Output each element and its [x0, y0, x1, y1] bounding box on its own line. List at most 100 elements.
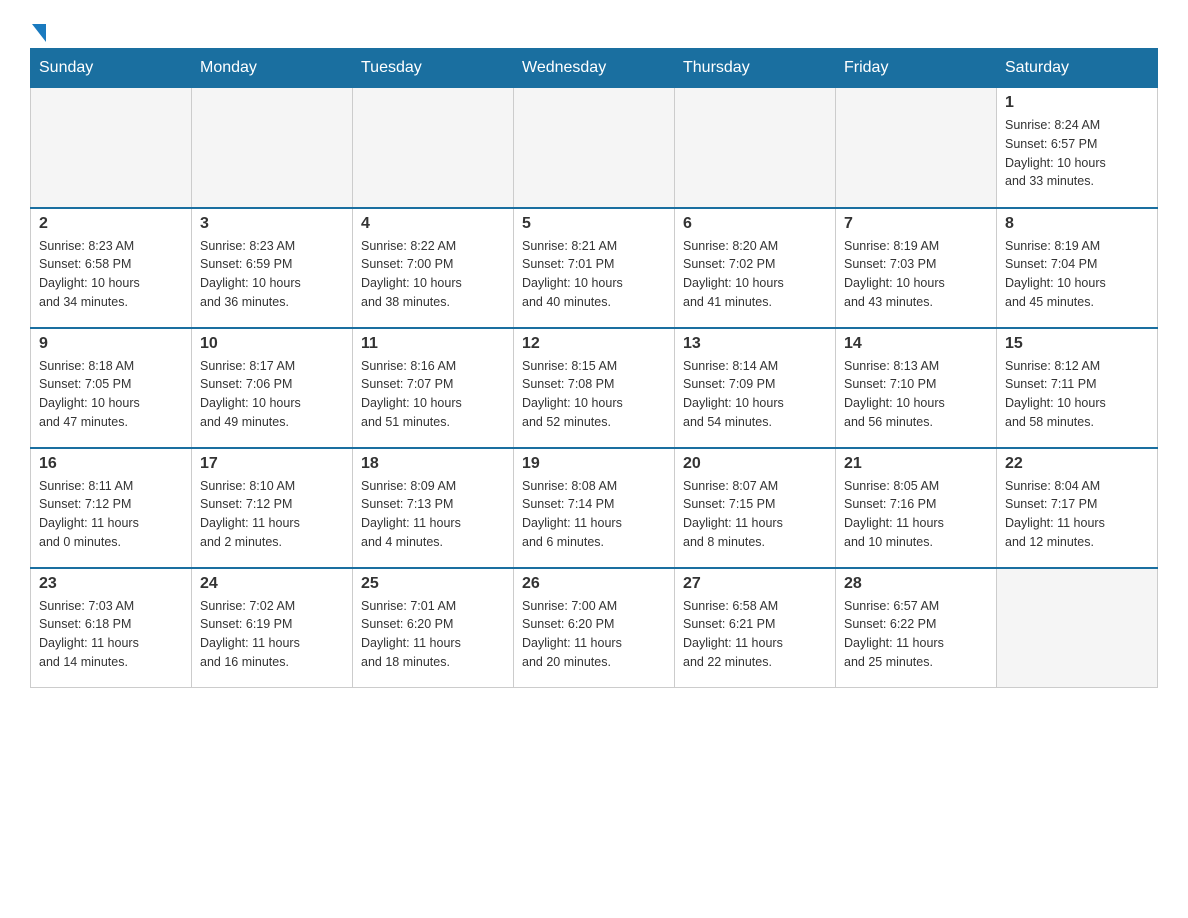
- calendar-table: SundayMondayTuesdayWednesdayThursdayFrid…: [30, 48, 1158, 688]
- day-number: 5: [522, 215, 666, 233]
- day-info: Sunrise: 8:04 AMSunset: 7:17 PMDaylight:…: [1005, 477, 1149, 552]
- day-info: Sunrise: 8:11 AMSunset: 7:12 PMDaylight:…: [39, 477, 183, 552]
- calendar-cell: 25 Sunrise: 7:01 AMSunset: 6:20 PMDayligh…: [353, 568, 514, 688]
- day-info: Sunrise: 8:17 AMSunset: 7:06 PMDaylight:…: [200, 357, 344, 432]
- day-number: 26: [522, 575, 666, 593]
- day-info: Sunrise: 8:15 AMSunset: 7:08 PMDaylight:…: [522, 357, 666, 432]
- day-info: Sunrise: 8:21 AMSunset: 7:01 PMDaylight:…: [522, 237, 666, 312]
- calendar-cell: [353, 88, 514, 208]
- day-header-monday: Monday: [192, 49, 353, 88]
- page-header: [30, 20, 1158, 38]
- day-info: Sunrise: 8:23 AMSunset: 6:58 PMDaylight:…: [39, 237, 183, 312]
- day-info: Sunrise: 7:02 AMSunset: 6:19 PMDaylight:…: [200, 597, 344, 672]
- calendar-cell: 18 Sunrise: 8:09 AMSunset: 7:13 PMDayligh…: [353, 448, 514, 568]
- day-number: 13: [683, 335, 827, 353]
- day-number: 3: [200, 215, 344, 233]
- day-info: Sunrise: 6:57 AMSunset: 6:22 PMDaylight:…: [844, 597, 988, 672]
- day-number: 2: [39, 215, 183, 233]
- logo: [30, 20, 46, 38]
- calendar-cell: 7Sunrise: 8:19 AMSunset: 7:03 PMDaylight…: [836, 208, 997, 328]
- calendar-cell: [31, 88, 192, 208]
- day-info: Sunrise: 8:23 AMSunset: 6:59 PMDaylight:…: [200, 237, 344, 312]
- day-number: 21: [844, 455, 988, 473]
- day-number: 24: [200, 575, 344, 593]
- calendar-week-row: 23 Sunrise: 7:03 AMSunset: 6:18 PMDayligh…: [31, 568, 1158, 688]
- calendar-cell: [836, 88, 997, 208]
- calendar-cell: 15 Sunrise: 8:12 AMSunset: 7:11 PMDayligh…: [997, 328, 1158, 448]
- calendar-cell: 24 Sunrise: 7:02 AMSunset: 6:19 PMDayligh…: [192, 568, 353, 688]
- day-number: 25: [361, 575, 505, 593]
- day-number: 12: [522, 335, 666, 353]
- day-info: Sunrise: 8:14 AMSunset: 7:09 PMDaylight:…: [683, 357, 827, 432]
- day-info: Sunrise: 8:19 AMSunset: 7:03 PMDaylight:…: [844, 237, 988, 312]
- calendar-cell: 26Sunrise: 7:00 AMSunset: 6:20 PMDayligh…: [514, 568, 675, 688]
- day-info: Sunrise: 8:13 AMSunset: 7:10 PMDaylight:…: [844, 357, 988, 432]
- day-number: 9: [39, 335, 183, 353]
- calendar-cell: 11 Sunrise: 8:16 AMSunset: 7:07 PMDayligh…: [353, 328, 514, 448]
- calendar-cell: 17Sunrise: 8:10 AMSunset: 7:12 PMDayligh…: [192, 448, 353, 568]
- calendar-cell: 14 Sunrise: 8:13 AMSunset: 7:10 PMDayligh…: [836, 328, 997, 448]
- day-info: Sunrise: 8:12 AMSunset: 7:11 PMDaylight:…: [1005, 357, 1149, 432]
- calendar-cell: 21 Sunrise: 8:05 AMSunset: 7:16 PMDayligh…: [836, 448, 997, 568]
- day-number: 19: [522, 455, 666, 473]
- day-number: 6: [683, 215, 827, 233]
- day-number: 1: [1005, 94, 1149, 112]
- day-number: 11: [361, 335, 505, 353]
- day-number: 14: [844, 335, 988, 353]
- day-info: Sunrise: 8:10 AMSunset: 7:12 PMDaylight:…: [200, 477, 344, 552]
- calendar-cell: 6 Sunrise: 8:20 AMSunset: 7:02 PMDaylight…: [675, 208, 836, 328]
- calendar-cell: 20 Sunrise: 8:07 AMSunset: 7:15 PMDayligh…: [675, 448, 836, 568]
- day-number: 8: [1005, 215, 1149, 233]
- day-number: 22: [1005, 455, 1149, 473]
- day-number: 20: [683, 455, 827, 473]
- calendar-cell: 1 Sunrise: 8:24 AMSunset: 6:57 PMDaylight…: [997, 88, 1158, 208]
- logo-arrow-icon: [32, 24, 46, 42]
- day-info: Sunrise: 8:19 AMSunset: 7:04 PMDaylight:…: [1005, 237, 1149, 312]
- day-number: 15: [1005, 335, 1149, 353]
- day-number: 28: [844, 575, 988, 593]
- calendar-cell: [514, 88, 675, 208]
- day-header-tuesday: Tuesday: [353, 49, 514, 88]
- day-number: 23: [39, 575, 183, 593]
- day-number: 18: [361, 455, 505, 473]
- day-info: Sunrise: 8:18 AMSunset: 7:05 PMDaylight:…: [39, 357, 183, 432]
- calendar-week-row: 2 Sunrise: 8:23 AMSunset: 6:58 PMDaylight…: [31, 208, 1158, 328]
- day-header-wednesday: Wednesday: [514, 49, 675, 88]
- day-number: 4: [361, 215, 505, 233]
- day-info: Sunrise: 7:03 AMSunset: 6:18 PMDaylight:…: [39, 597, 183, 672]
- day-header-thursday: Thursday: [675, 49, 836, 88]
- calendar-cell: 16 Sunrise: 8:11 AMSunset: 7:12 PMDayligh…: [31, 448, 192, 568]
- calendar-cell: [675, 88, 836, 208]
- calendar-cell: [997, 568, 1158, 688]
- calendar-cell: 28 Sunrise: 6:57 AMSunset: 6:22 PMDayligh…: [836, 568, 997, 688]
- calendar-cell: 22 Sunrise: 8:04 AMSunset: 7:17 PMDayligh…: [997, 448, 1158, 568]
- day-info: Sunrise: 8:22 AMSunset: 7:00 PMDaylight:…: [361, 237, 505, 312]
- day-info: Sunrise: 8:09 AMSunset: 7:13 PMDaylight:…: [361, 477, 505, 552]
- calendar-cell: 27Sunrise: 6:58 AMSunset: 6:21 PMDayligh…: [675, 568, 836, 688]
- calendar-cell: 12 Sunrise: 8:15 AMSunset: 7:08 PMDayligh…: [514, 328, 675, 448]
- day-header-saturday: Saturday: [997, 49, 1158, 88]
- day-info: Sunrise: 8:08 AMSunset: 7:14 PMDaylight:…: [522, 477, 666, 552]
- day-header-sunday: Sunday: [31, 49, 192, 88]
- calendar-week-row: 16 Sunrise: 8:11 AMSunset: 7:12 PMDayligh…: [31, 448, 1158, 568]
- day-number: 10: [200, 335, 344, 353]
- calendar-week-row: 9 Sunrise: 8:18 AMSunset: 7:05 PMDaylight…: [31, 328, 1158, 448]
- day-info: Sunrise: 7:01 AMSunset: 6:20 PMDaylight:…: [361, 597, 505, 672]
- day-info: Sunrise: 6:58 AMSunset: 6:21 PMDaylight:…: [683, 597, 827, 672]
- calendar-cell: 10 Sunrise: 8:17 AMSunset: 7:06 PMDayligh…: [192, 328, 353, 448]
- calendar-cell: 9 Sunrise: 8:18 AMSunset: 7:05 PMDaylight…: [31, 328, 192, 448]
- day-info: Sunrise: 8:20 AMSunset: 7:02 PMDaylight:…: [683, 237, 827, 312]
- calendar-cell: 19 Sunrise: 8:08 AMSunset: 7:14 PMDayligh…: [514, 448, 675, 568]
- calendar-cell: 8 Sunrise: 8:19 AMSunset: 7:04 PMDaylight…: [997, 208, 1158, 328]
- calendar-cell: 2 Sunrise: 8:23 AMSunset: 6:58 PMDaylight…: [31, 208, 192, 328]
- calendar-cell: 23 Sunrise: 7:03 AMSunset: 6:18 PMDayligh…: [31, 568, 192, 688]
- calendar-header-row: SundayMondayTuesdayWednesdayThursdayFrid…: [31, 49, 1158, 88]
- calendar-cell: 5 Sunrise: 8:21 AMSunset: 7:01 PMDaylight…: [514, 208, 675, 328]
- day-header-friday: Friday: [836, 49, 997, 88]
- day-number: 16: [39, 455, 183, 473]
- calendar-week-row: 1 Sunrise: 8:24 AMSunset: 6:57 PMDaylight…: [31, 88, 1158, 208]
- day-info: Sunrise: 8:05 AMSunset: 7:16 PMDaylight:…: [844, 477, 988, 552]
- day-info: Sunrise: 8:16 AMSunset: 7:07 PMDaylight:…: [361, 357, 505, 432]
- day-info: Sunrise: 8:24 AMSunset: 6:57 PMDaylight:…: [1005, 116, 1149, 191]
- day-info: Sunrise: 8:07 AMSunset: 7:15 PMDaylight:…: [683, 477, 827, 552]
